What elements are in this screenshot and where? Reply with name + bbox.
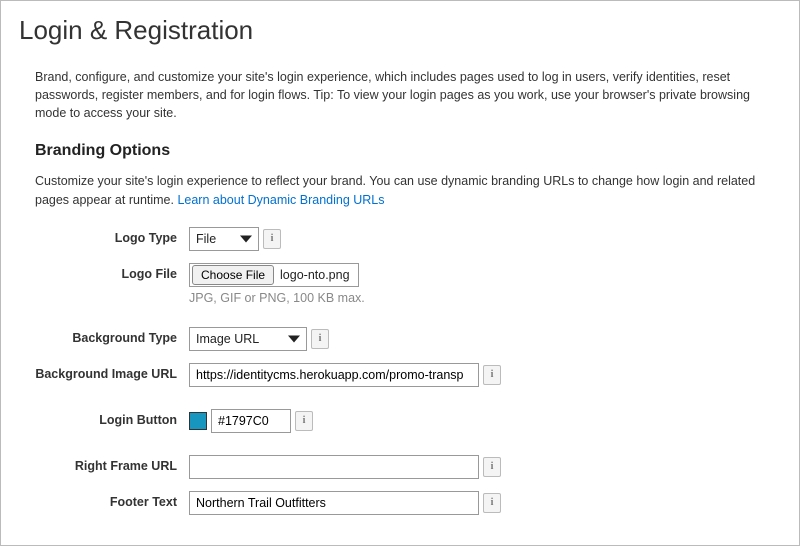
logo-type-value: File bbox=[196, 232, 230, 246]
choose-file-button[interactable]: Choose File bbox=[192, 265, 274, 285]
branding-description-text: Customize your site's login experience t… bbox=[35, 174, 755, 206]
login-button-color-swatch[interactable] bbox=[189, 412, 207, 430]
background-type-select[interactable]: Image URL bbox=[189, 327, 307, 351]
background-image-url-row: Background Image URL i bbox=[19, 363, 781, 387]
login-button-color-input[interactable] bbox=[211, 409, 291, 433]
footer-text-row: Footer Text i bbox=[19, 491, 781, 515]
info-icon[interactable]: i bbox=[483, 457, 501, 477]
logo-file-label: Logo File bbox=[19, 263, 189, 281]
footer-text-input[interactable] bbox=[189, 491, 479, 515]
logo-type-select[interactable]: File bbox=[189, 227, 259, 251]
info-icon[interactable]: i bbox=[483, 365, 501, 385]
info-icon[interactable]: i bbox=[311, 329, 329, 349]
logo-file-row: Logo File Choose File logo-nto.png bbox=[19, 263, 781, 287]
footer-text-label: Footer Text bbox=[19, 491, 189, 509]
logo-type-label: Logo Type bbox=[19, 227, 189, 245]
chevron-down-icon bbox=[288, 335, 300, 342]
info-icon[interactable]: i bbox=[263, 229, 281, 249]
background-type-value: Image URL bbox=[196, 332, 273, 346]
page-description: Brand, configure, and customize your sit… bbox=[19, 68, 781, 122]
background-image-url-label: Background Image URL bbox=[19, 363, 189, 381]
right-frame-url-row: Right Frame URL i bbox=[19, 455, 781, 479]
info-icon[interactable]: i bbox=[483, 493, 501, 513]
info-icon[interactable]: i bbox=[295, 411, 313, 431]
logo-file-chooser[interactable]: Choose File logo-nto.png bbox=[189, 263, 359, 287]
page-title: Login & Registration bbox=[19, 15, 781, 46]
background-type-label: Background Type bbox=[19, 327, 189, 345]
dynamic-branding-link[interactable]: Learn about Dynamic Branding URLs bbox=[177, 193, 384, 207]
logo-type-row: Logo Type File i bbox=[19, 227, 781, 251]
logo-file-hint: JPG, GIF or PNG, 100 KB max. bbox=[189, 291, 781, 305]
chosen-filename: logo-nto.png bbox=[276, 268, 358, 282]
right-frame-url-label: Right Frame URL bbox=[19, 455, 189, 473]
chevron-down-icon bbox=[240, 235, 252, 242]
background-image-url-input[interactable] bbox=[189, 363, 479, 387]
login-button-label: Login Button bbox=[19, 409, 189, 427]
login-button-row: Login Button i bbox=[19, 409, 781, 433]
branding-section-title: Branding Options bbox=[19, 142, 781, 160]
branding-section-description: Customize your site's login experience t… bbox=[19, 172, 781, 208]
background-type-row: Background Type Image URL i bbox=[19, 327, 781, 351]
right-frame-url-input[interactable] bbox=[189, 455, 479, 479]
